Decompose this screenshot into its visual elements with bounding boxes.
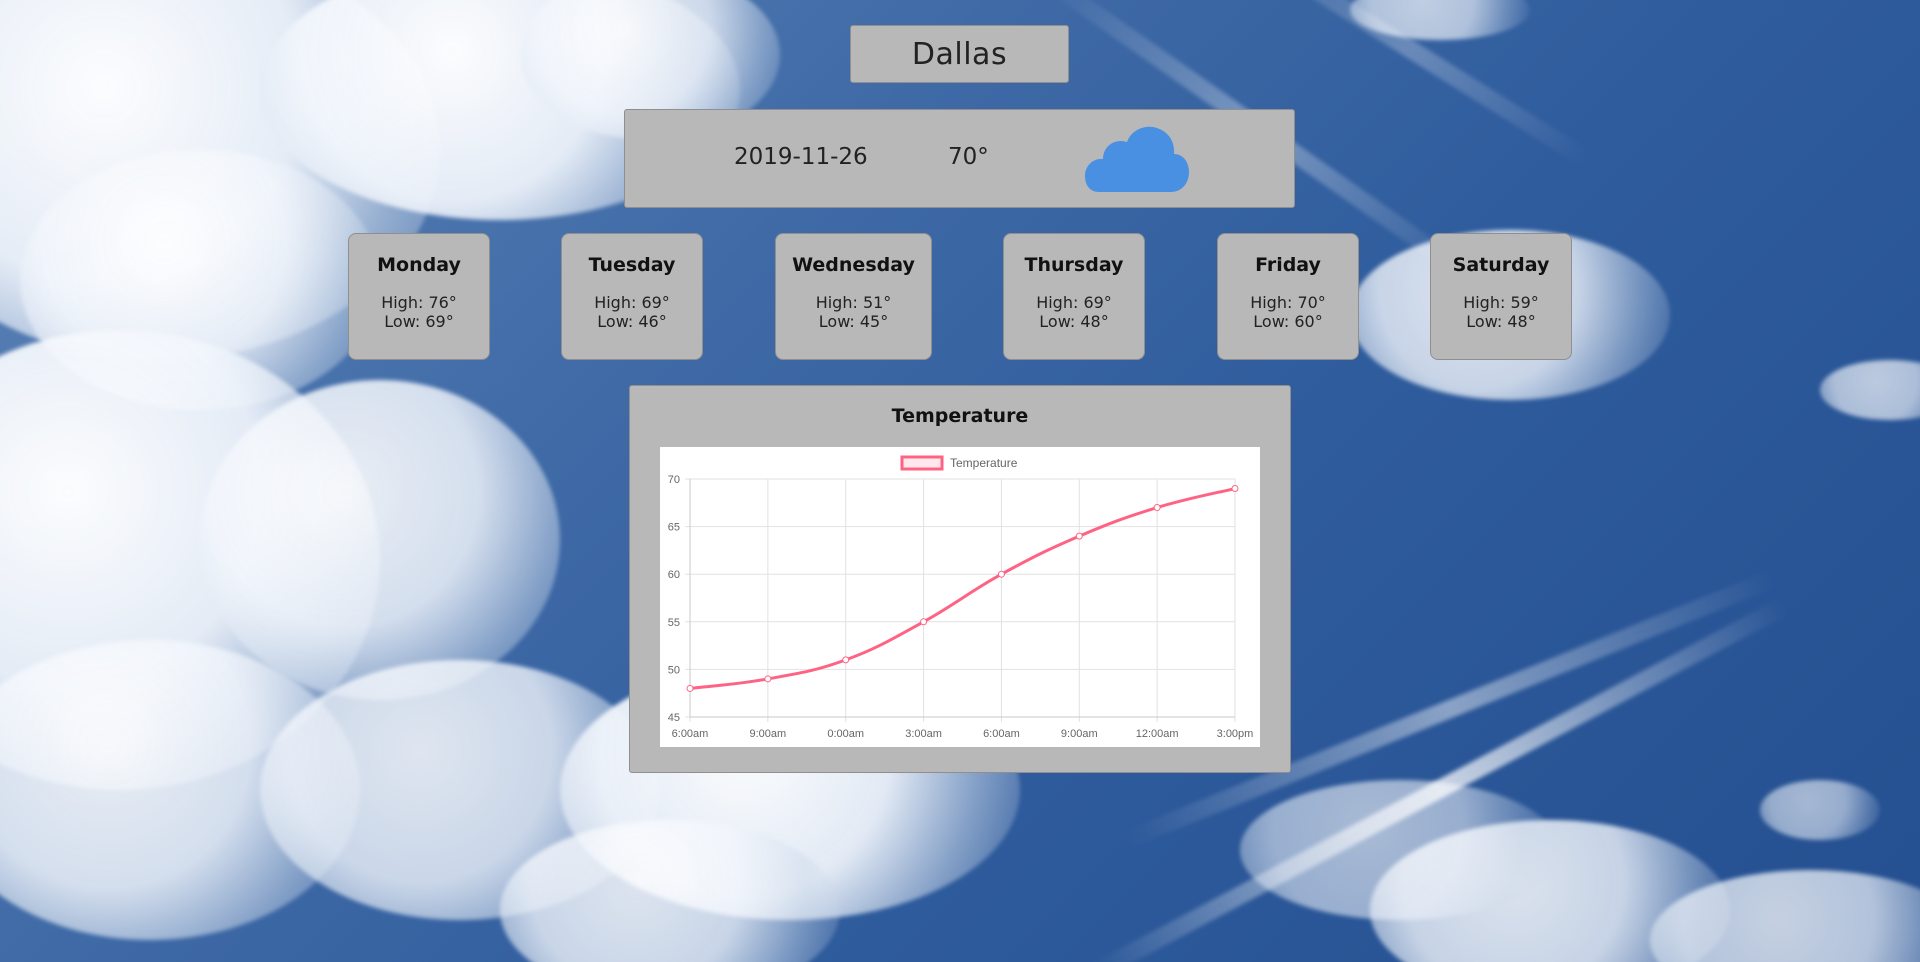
forecast-card-monday: Monday High: 76° Low: 69° bbox=[348, 233, 490, 360]
y-tick-label: 55 bbox=[668, 617, 680, 629]
forecast-high: High: 76° bbox=[381, 293, 457, 312]
city-title-box: Dallas bbox=[850, 25, 1069, 83]
cloud-icon bbox=[1085, 126, 1189, 192]
forecast-high: High: 69° bbox=[594, 293, 670, 312]
y-tick-label: 60 bbox=[668, 569, 680, 581]
data-point bbox=[1231, 485, 1239, 493]
y-tick-label: 50 bbox=[668, 664, 680, 676]
temperature-chart-panel: Temperature 45 50 55 60 65 70 6:00am 9:00am 0:00… bbox=[629, 385, 1291, 773]
x-tick-label: 9:00am bbox=[1061, 728, 1098, 740]
forecast-low: Low: 46° bbox=[597, 312, 667, 331]
forecast-day: Friday bbox=[1255, 254, 1321, 276]
forecast-card-saturday: Saturday High: 59° Low: 48° bbox=[1430, 233, 1572, 360]
y-tick-label: 65 bbox=[668, 522, 680, 534]
x-tick-label: 0:00am bbox=[827, 728, 864, 740]
forecast-low: Low: 48° bbox=[1466, 312, 1536, 331]
forecast-high: High: 70° bbox=[1250, 293, 1326, 312]
forecast-card-friday: Friday High: 70° Low: 60° bbox=[1217, 233, 1359, 360]
city-name: Dallas bbox=[911, 36, 1008, 72]
legend-swatch bbox=[900, 455, 944, 471]
data-point bbox=[1153, 504, 1161, 512]
forecast-card-tuesday: Tuesday High: 69° Low: 46° bbox=[561, 233, 703, 360]
x-tick-label: 12:00am bbox=[1136, 728, 1179, 740]
data-point bbox=[764, 675, 772, 683]
x-tick-label: 6:00am bbox=[983, 728, 1020, 740]
forecast-day: Monday bbox=[377, 254, 461, 276]
x-tick-label: 3:00pm bbox=[1217, 728, 1254, 740]
x-tick-label: 9:00am bbox=[750, 728, 787, 740]
y-tick-label: 70 bbox=[668, 474, 680, 486]
chart-title: Temperature bbox=[891, 405, 1029, 427]
forecast-low: Low: 69° bbox=[384, 312, 454, 331]
data-point bbox=[842, 656, 850, 664]
series-line bbox=[689, 487, 1236, 690]
forecast-high: High: 51° bbox=[815, 293, 892, 312]
forecast-high: High: 69° bbox=[1036, 293, 1112, 312]
forecast-day: Saturday bbox=[1452, 254, 1550, 276]
data-point bbox=[1075, 532, 1083, 540]
data-point bbox=[997, 570, 1005, 578]
x-tick-label: 3:00am bbox=[905, 728, 942, 740]
data-point bbox=[920, 618, 928, 626]
forecast-low: Low: 60° bbox=[1253, 312, 1323, 331]
current-date: 2019-11-26 bbox=[734, 144, 868, 170]
current-temperature: 70° bbox=[948, 144, 989, 170]
x-tick-label: 6:00am bbox=[672, 728, 709, 740]
current-weather-panel: 2019-11-26 70° bbox=[624, 109, 1295, 208]
forecast-day: Tuesday bbox=[588, 254, 676, 276]
forecast-low: Low: 48° bbox=[1039, 312, 1109, 331]
forecast-card-thursday: Thursday High: 69° Low: 48° bbox=[1003, 233, 1145, 360]
temperature-line-chart: 45 50 55 60 65 70 6:00am 9:00am 0:00am 3:00am 6:00… bbox=[668, 455, 1254, 740]
forecast-card-wednesday: Wednesday High: 51° Low: 45° bbox=[775, 233, 932, 360]
y-tick-label: 45 bbox=[668, 712, 680, 724]
legend-label: Temperature bbox=[950, 456, 1018, 470]
forecast-low: Low: 45° bbox=[818, 312, 889, 331]
forecast-day: Wednesday bbox=[792, 254, 915, 276]
forecast-high: High: 59° bbox=[1463, 293, 1539, 312]
chart-canvas: 45 50 55 60 65 70 6:00am 9:00am 0:00am 3:00am 6:00… bbox=[660, 447, 1260, 747]
data-point bbox=[686, 684, 694, 692]
forecast-day: Thursday bbox=[1024, 254, 1124, 276]
